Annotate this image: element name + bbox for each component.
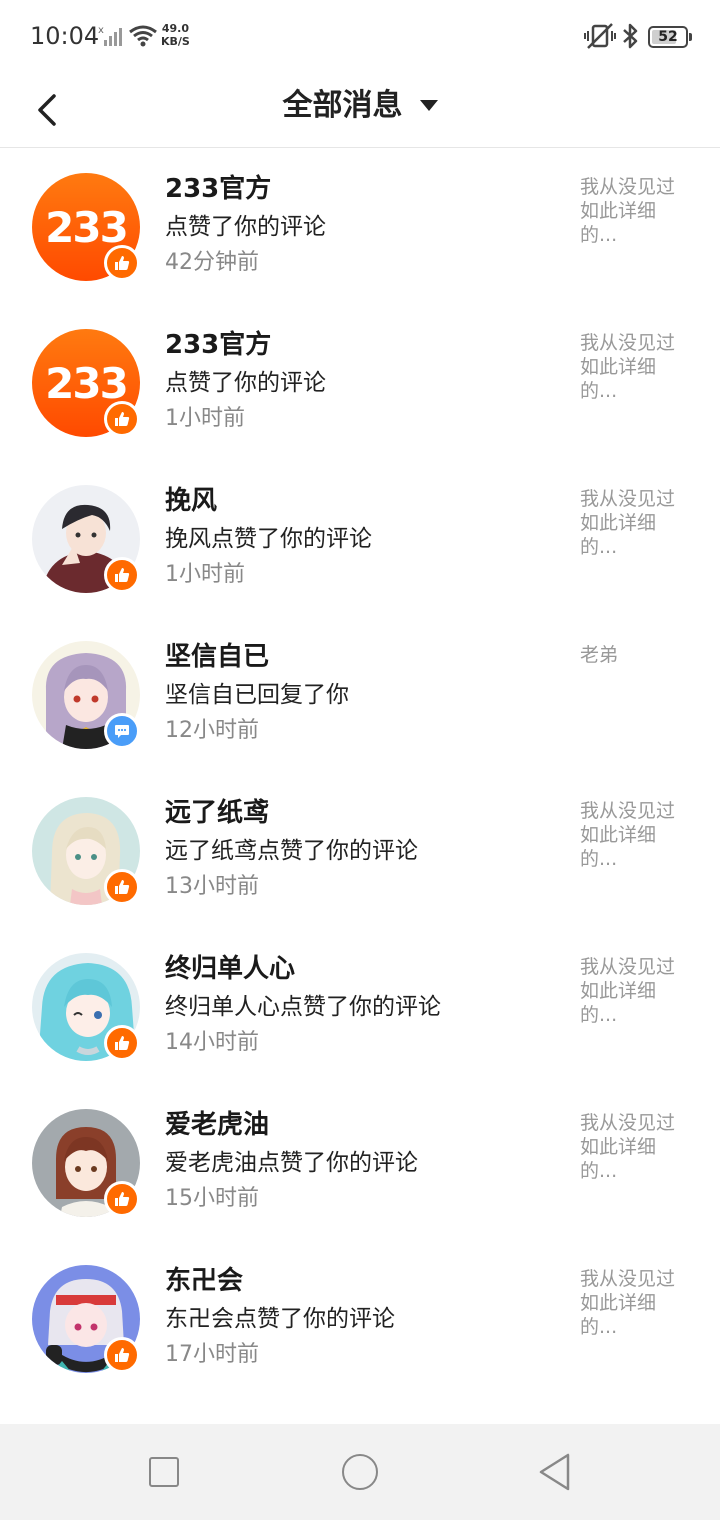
message-item[interactable]: 坚信自已 坚信自已回复了你 12小时前 老弟 [0,617,720,773]
network-speed: 49.0 KB/S [161,22,190,48]
battery-level: 52 [658,29,678,45]
message-item[interactable]: 233 233官方 点赞了你的评论 1小时前 我从没见过如此详细的... [0,305,720,461]
app-header: 全部消息 [0,72,720,148]
status-bar: 10:04 x 49.0 KB/S 52 [0,0,720,72]
message-item[interactable]: 233 233官方 点赞了你的评论 42分钟前 我从没见过如此详细的... [0,149,720,305]
message-time: 13小时前 [165,874,259,899]
message-action: 远了纸鸢点赞了你的评论 [165,838,418,864]
message-item[interactable]: 终归单人心 终归单人心点赞了你的评论 14小时前 我从没见过如此详细的... [0,929,720,1085]
sender-name: 挽风 [165,486,218,516]
like-badge [104,869,140,905]
message-item[interactable]: 远了纸鸢 远了纸鸢点赞了你的评论 13小时前 我从没见过如此详细的... [0,773,720,929]
sender-name: 233官方 [165,330,272,360]
system-nav-bar [0,1424,720,1520]
comment-preview: 我从没见过如此详细的... [580,1268,676,1338]
message-item[interactable]: 爱老虎油 爱老虎油点赞了你的评论 15小时前 我从没见过如此详细的... [0,1085,720,1241]
comment-preview: 我从没见过如此详细的... [580,956,676,1026]
caret-down-icon [419,100,438,111]
page-title: 全部消息 [282,88,403,123]
message-action: 坚信自已回复了你 [165,682,349,708]
message-action: 爱老虎油点赞了你的评论 [165,1150,418,1176]
wifi-icon [129,25,157,47]
comment-preview: 我从没见过如此详细的... [580,1112,676,1182]
home-button[interactable] [342,1454,378,1490]
comment-preview: 我从没见过如此详细的... [580,800,676,870]
back-triangle-icon[interactable] [538,1452,572,1492]
comment-badge [104,713,140,749]
message-action: 挽风点赞了你的评论 [165,526,372,552]
thumbs-up-icon [115,256,130,270]
vibrate-icon [584,23,616,49]
thumbs-up-icon [115,1348,130,1362]
message-action: 终归单人心点赞了你的评论 [165,994,441,1020]
bluetooth-icon [623,23,638,49]
network-speed-unit: KB/S [161,35,190,48]
svg-text:233: 233 [45,203,127,252]
network-speed-value: 49.0 [161,22,189,35]
message-action: 点赞了你的评论 [165,370,326,396]
comment-preview: 老弟 [580,644,619,666]
sender-name: 终归单人心 [165,954,296,984]
message-time: 17小时前 [165,1342,259,1367]
message-item[interactable]: 东卍会 东卍会点赞了你的评论 17小时前 我从没见过如此详细的... [0,1241,720,1397]
message-list: 233 233官方 点赞了你的评论 42分钟前 我从没见过如此详细的... 23… [0,149,720,1397]
thumbs-up-icon [115,1192,130,1206]
thumbs-up-icon [115,412,130,426]
like-badge [104,557,140,593]
message-time: 1小时前 [165,406,245,431]
sender-name: 233官方 [165,174,272,204]
chat-bubble-icon [115,725,129,738]
like-badge [104,1337,140,1373]
message-item[interactable]: 挽风 挽风点赞了你的评论 1小时前 我从没见过如此详细的... [0,461,720,617]
message-time: 12小时前 [165,718,259,743]
signal-icon: x [98,25,122,46]
like-badge [104,1181,140,1217]
sender-name: 东卍会 [165,1266,244,1296]
message-time: 42分钟前 [165,250,259,275]
message-action: 点赞了你的评论 [165,214,326,240]
sender-name: 坚信自已 [165,642,270,672]
message-time: 1小时前 [165,562,245,587]
comment-preview: 我从没见过如此详细的... [580,332,676,402]
thumbs-up-icon [115,880,130,894]
like-badge [104,245,140,281]
like-badge [104,1025,140,1061]
status-time: 10:04 [30,22,100,50]
message-filter-dropdown[interactable]: 全部消息 [0,84,720,128]
message-time: 14小时前 [165,1030,259,1055]
svg-text:233: 233 [45,359,127,408]
svg-text:x: x [98,25,104,36]
thumbs-up-icon [115,568,130,582]
message-action: 东卍会点赞了你的评论 [165,1306,395,1332]
recent-apps-button[interactable] [149,1457,179,1487]
message-time: 15小时前 [165,1186,259,1211]
like-badge [104,401,140,437]
sender-name: 远了纸鸢 [165,798,270,828]
thumbs-up-icon [115,1036,130,1050]
comment-preview: 我从没见过如此详细的... [580,176,676,246]
comment-preview: 我从没见过如此详细的... [580,488,676,558]
sender-name: 爱老虎油 [165,1110,270,1140]
battery-icon: 52 [648,26,692,48]
